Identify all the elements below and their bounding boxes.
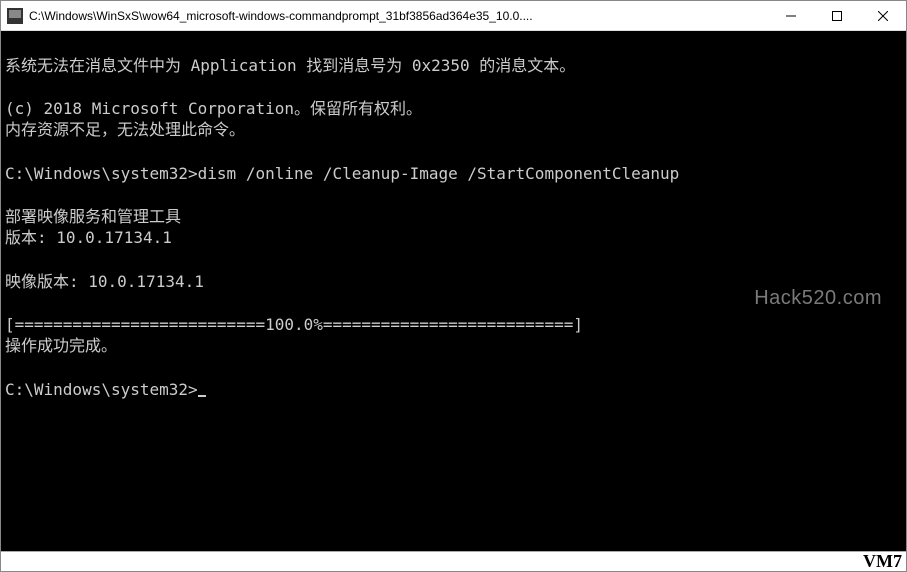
cursor-icon — [198, 395, 206, 397]
progress-bar: [==========================100.0%=======… — [5, 315, 583, 334]
console-output[interactable]: 系统无法在消息文件中为 Application 找到消息号为 0x2350 的消… — [1, 31, 906, 551]
minimize-button[interactable] — [768, 1, 814, 30]
cmd-icon — [7, 8, 23, 24]
watermark-text: Hack520.com — [754, 285, 882, 312]
console-line: 版本: 10.0.17134.1 — [5, 228, 172, 247]
prompt-path: C:\Windows\system32> — [5, 380, 198, 399]
console-line: 部署映像服务和管理工具 — [5, 207, 181, 226]
console-line: 映像版本: 10.0.17134.1 — [5, 272, 204, 291]
window-title: C:\Windows\WinSxS\wow64_microsoft-window… — [29, 9, 768, 23]
window-controls — [768, 1, 906, 30]
console-line: 操作成功完成。 — [5, 336, 117, 355]
prompt-path: C:\Windows\system32> — [5, 164, 198, 183]
close-button[interactable] — [860, 1, 906, 30]
bottom-strip: VM7 — [1, 551, 906, 571]
console-line: 系统无法在消息文件中为 Application 找到消息号为 0x2350 的消… — [5, 56, 575, 75]
console-line: (c) 2018 Microsoft Corporation。保留所有权利。 — [5, 99, 422, 118]
vm-label: VM7 — [863, 551, 902, 571]
maximize-button[interactable] — [814, 1, 860, 30]
window-titlebar: C:\Windows\WinSxS\wow64_microsoft-window… — [1, 1, 906, 31]
prompt-command: dism /online /Cleanup-Image /StartCompon… — [198, 164, 680, 183]
console-line: 内存资源不足，无法处理此命令。 — [5, 120, 245, 139]
